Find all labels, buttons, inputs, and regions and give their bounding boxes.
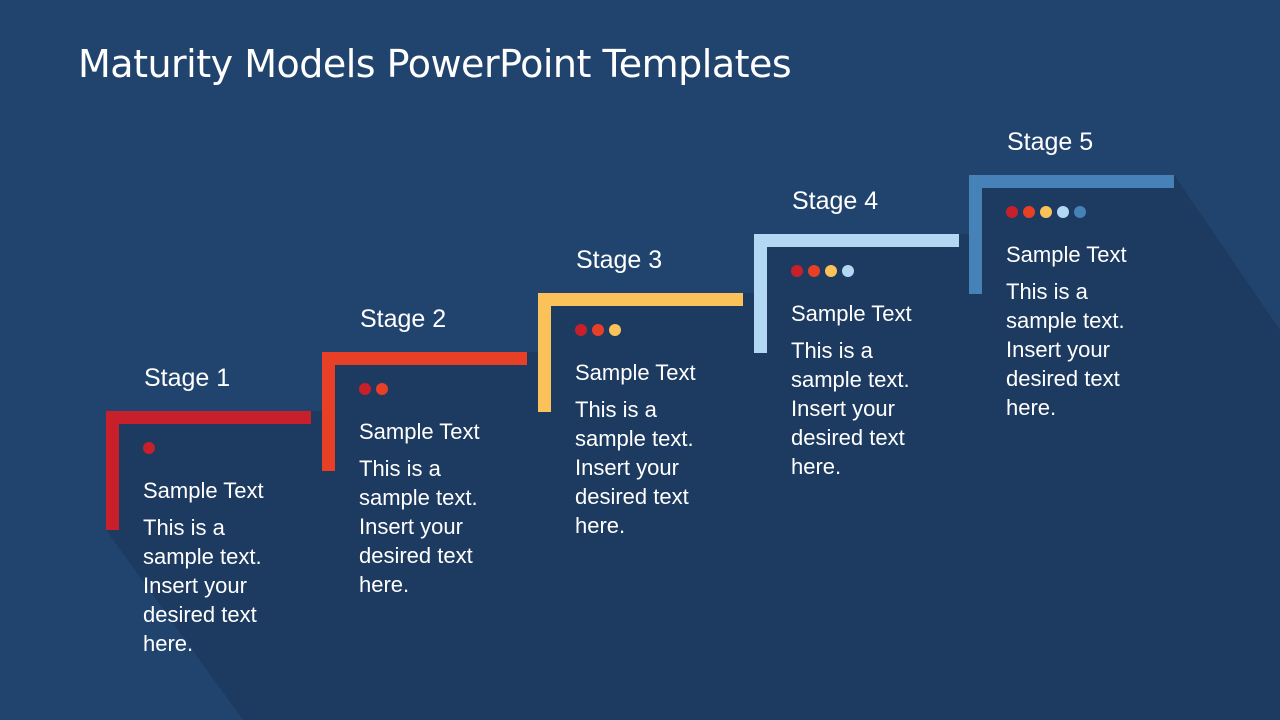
bracket-top-bar: [106, 411, 311, 424]
level-indicator-dots: [791, 265, 854, 277]
bracket-top-bar: [538, 293, 743, 306]
level-dot: [376, 383, 388, 395]
stage-label: Stage 3: [576, 246, 663, 274]
bracket-side-bar: [969, 175, 982, 294]
stage-heading: Sample Text: [359, 419, 480, 444]
level-dot: [575, 324, 587, 336]
stage-label: Stage 5: [1007, 128, 1094, 156]
stage-heading: Sample Text: [791, 301, 912, 326]
level-dot: [1074, 206, 1086, 218]
stage-heading: Sample Text: [143, 478, 264, 503]
level-indicator-dots: [1006, 206, 1086, 218]
stage-description: This is a sample text. Insert your desir…: [359, 456, 478, 597]
bracket-side-bar: [322, 352, 335, 471]
bracket-top-bar: [969, 175, 1174, 188]
level-dot: [1023, 206, 1035, 218]
stage-heading: Sample Text: [575, 360, 696, 385]
slide-title: Maturity Models PowerPoint Templates: [78, 42, 792, 86]
level-dot: [592, 324, 604, 336]
level-dot: [791, 265, 803, 277]
bracket-top-bar: [754, 234, 959, 247]
bracket-side-bar: [106, 411, 119, 530]
stage-description: This is a sample text. Insert your desir…: [143, 515, 262, 656]
stage-description: This is a sample text. Insert your desir…: [791, 338, 910, 479]
stage-description: This is a sample text. Insert your desir…: [575, 397, 694, 538]
level-dot: [1040, 206, 1052, 218]
stage-label: Stage 2: [360, 305, 447, 333]
stage-description: This is a sample text. Insert your desir…: [1006, 279, 1125, 420]
bracket-top-bar: [322, 352, 527, 365]
level-dot: [359, 383, 371, 395]
level-dot: [825, 265, 837, 277]
bracket-side-bar: [538, 293, 551, 412]
level-indicator-dots: [143, 442, 155, 454]
level-indicator-dots: [359, 383, 388, 395]
level-dot: [808, 265, 820, 277]
stage-label: Stage 4: [792, 187, 879, 215]
level-dot: [842, 265, 854, 277]
stage-heading: Sample Text: [1006, 242, 1127, 267]
level-dot: [609, 324, 621, 336]
level-dot: [1006, 206, 1018, 218]
bracket-side-bar: [754, 234, 767, 353]
level-dot: [1057, 206, 1069, 218]
level-dot: [143, 442, 155, 454]
level-indicator-dots: [575, 324, 621, 336]
stage-label: Stage 1: [144, 364, 231, 392]
